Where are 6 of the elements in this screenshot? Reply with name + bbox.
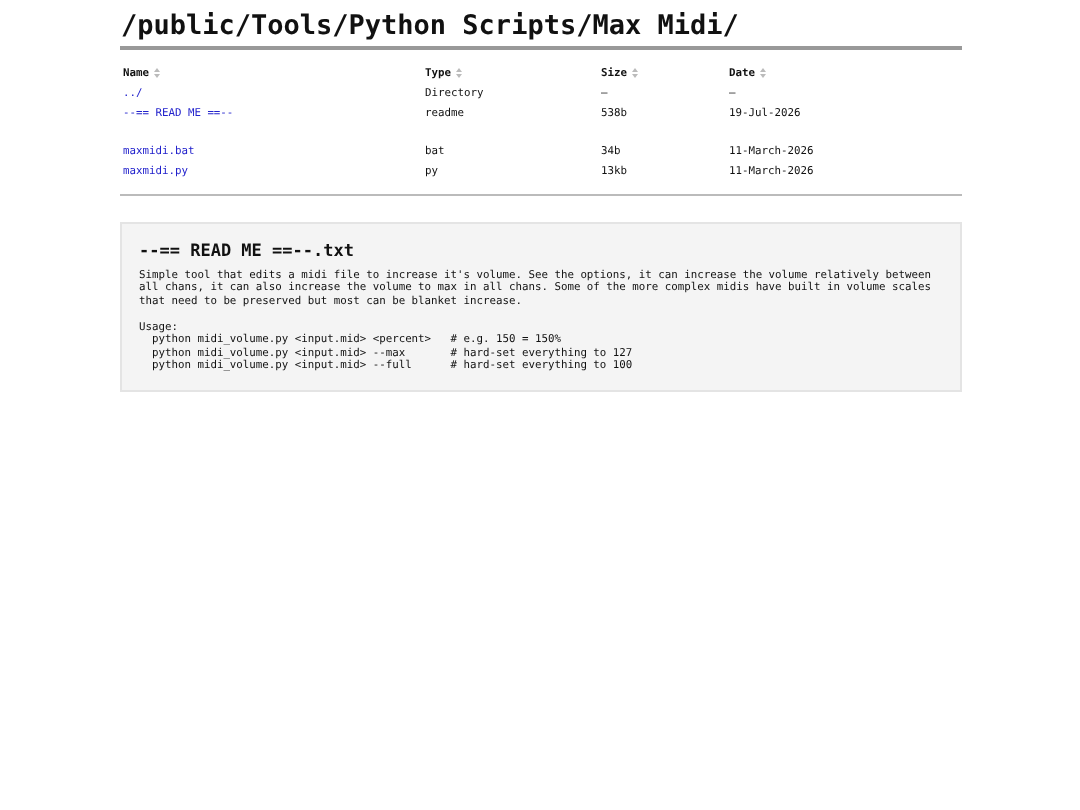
sort-icon: [760, 68, 767, 78]
sort-icon: [632, 68, 639, 78]
sort-icon: [456, 68, 463, 78]
page-title: /public/Tools/Python Scripts/Max Midi/: [119, 8, 741, 46]
readme-title: --== READ ME ==--.txt: [139, 239, 356, 263]
sort-icon: [154, 68, 161, 78]
